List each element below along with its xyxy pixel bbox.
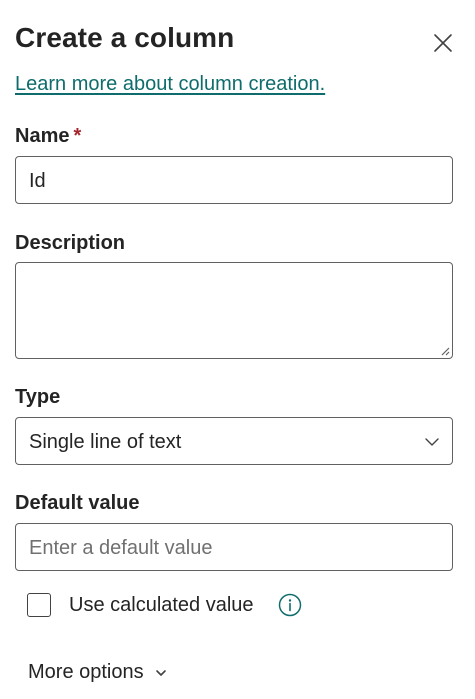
more-options-button[interactable]: More options <box>28 661 168 684</box>
description-field[interactable] <box>15 262 453 359</box>
default-value-field[interactable]: Enter a default value <box>15 523 453 571</box>
default-value-placeholder: Enter a default value <box>29 537 213 559</box>
close-button[interactable] <box>428 28 458 58</box>
close-icon <box>434 34 452 52</box>
name-field-value: Id <box>29 170 46 192</box>
calculated-value-checkbox[interactable] <box>27 593 51 617</box>
calculated-value-row: Use calculated value <box>27 592 302 618</box>
required-marker: * <box>73 125 82 147</box>
type-selected-value: Single line of text <box>29 431 182 453</box>
chevron-down-icon <box>155 669 166 676</box>
more-options-label: More options <box>28 661 144 683</box>
name-field[interactable]: Id <box>15 156 453 204</box>
default-value-label: Default value <box>15 492 140 514</box>
info-icon[interactable] <box>278 593 302 617</box>
chevron-down-icon <box>425 438 439 446</box>
type-label: Type <box>15 386 61 408</box>
calculated-value-label: Use calculated value <box>69 593 254 616</box>
create-column-panel: Create a column Learn more about column … <box>0 0 475 699</box>
name-label: Name * <box>15 125 81 148</box>
learn-more-link[interactable]: Learn more about column creation. <box>15 73 325 96</box>
panel-title: Create a column <box>15 22 235 53</box>
name-label-text: Name <box>15 125 70 147</box>
type-dropdown[interactable]: Single line of text <box>15 417 453 465</box>
resize-grip-icon[interactable] <box>438 344 450 356</box>
description-label: Description <box>15 232 126 254</box>
